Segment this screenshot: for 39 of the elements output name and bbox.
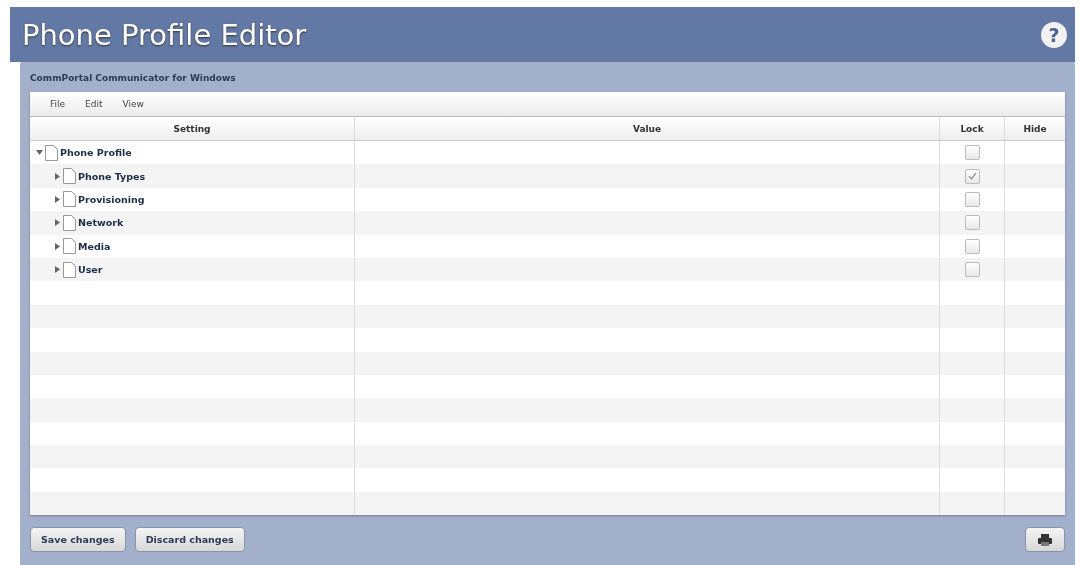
print-button[interactable] <box>1025 527 1065 553</box>
collapsed-arrow-icon[interactable] <box>54 219 61 227</box>
menu-item[interactable]: File <box>50 99 66 109</box>
printer-icon <box>1038 533 1052 546</box>
lock-checkbox[interactable] <box>964 145 980 161</box>
expanded-arrow-icon[interactable] <box>36 149 43 157</box>
menu-item[interactable]: Edit <box>85 99 103 109</box>
column-header[interactable]: Setting <box>30 117 355 140</box>
check-icon <box>967 172 977 181</box>
panel-title: CommPortal Communicator for Windows <box>30 72 237 85</box>
document-icon <box>63 238 76 255</box>
tree-item[interactable]: Provisioning <box>78 193 145 205</box>
column-header[interactable]: Lock <box>940 117 1005 140</box>
action-button[interactable]: Save changes <box>30 527 126 553</box>
document-icon <box>63 261 76 278</box>
menu-item[interactable]: View <box>122 99 144 109</box>
collapsed-arrow-icon[interactable] <box>54 266 61 274</box>
action-button[interactable]: Discard changes <box>134 527 245 553</box>
tree-item[interactable]: User <box>78 264 103 276</box>
lock-checkbox[interactable] <box>964 215 980 231</box>
tree-item[interactable]: Network <box>78 217 124 229</box>
lock-checkbox[interactable] <box>964 168 980 184</box>
lock-checkbox[interactable] <box>964 238 980 254</box>
document-icon <box>63 191 76 208</box>
help-button[interactable]: ? <box>1041 21 1067 48</box>
lock-checkbox[interactable] <box>964 191 980 207</box>
document-icon <box>45 144 58 161</box>
page-title: Phone Profile Editor <box>22 17 308 52</box>
collapsed-arrow-icon[interactable] <box>54 172 61 180</box>
tree-item[interactable]: Media <box>78 240 111 252</box>
column-header[interactable]: Hide <box>1005 117 1065 140</box>
document-icon <box>63 214 76 231</box>
column-header[interactable]: Value <box>355 117 940 140</box>
document-icon <box>63 168 76 185</box>
collapsed-arrow-icon[interactable] <box>54 242 61 250</box>
lock-checkbox[interactable] <box>964 262 980 278</box>
collapsed-arrow-icon[interactable] <box>54 195 61 203</box>
tree-item[interactable]: Phone Types <box>78 170 146 182</box>
tree-item[interactable]: Phone Profile <box>60 147 132 159</box>
